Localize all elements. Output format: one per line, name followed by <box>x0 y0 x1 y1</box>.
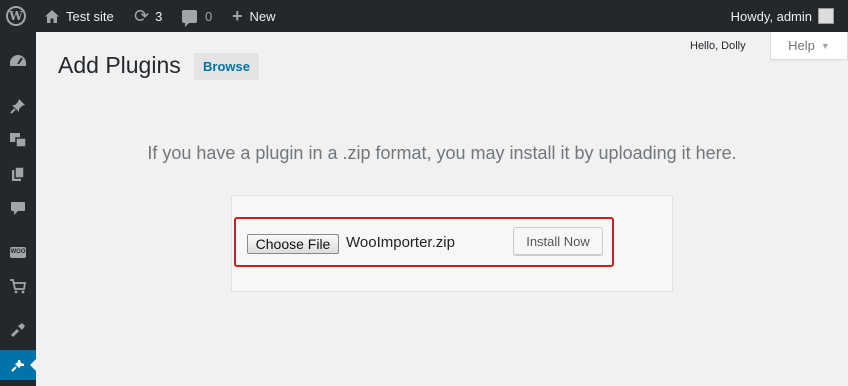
new-label: New <box>249 8 276 24</box>
install-now-button[interactable]: Install Now <box>513 227 603 255</box>
site-name-link[interactable]: Test site <box>44 0 114 32</box>
cart-icon[interactable] <box>0 271 36 301</box>
caret-down-icon: ▼ <box>820 40 830 51</box>
new-content-link[interactable]: + New <box>232 0 276 32</box>
page-title: Add Plugins <box>58 52 181 78</box>
comment-bubble-icon <box>182 9 197 27</box>
updates-link[interactable]: ⟳ 3 <box>134 0 162 32</box>
avatar <box>818 8 834 24</box>
selected-file-name: WooImporter.zip <box>346 234 455 251</box>
admin-bar: W Test site ⟳ 3 0 + New Howdy, admin <box>0 0 848 32</box>
appearance-icon[interactable] <box>0 315 36 345</box>
comments-count: 0 <box>205 8 213 24</box>
admin-menu: WOO <box>0 32 36 386</box>
updates-count: 3 <box>155 8 163 24</box>
dashboard-icon[interactable] <box>0 46 36 76</box>
plus-icon: + <box>232 5 243 26</box>
howdy-label: Howdy, admin <box>730 8 812 24</box>
pages-icon[interactable] <box>0 159 36 189</box>
upload-help-text: If you have a plugin in a .zip format, y… <box>147 143 737 163</box>
comments-icon[interactable] <box>0 193 36 223</box>
choose-file-button[interactable]: Choose File <box>247 234 339 254</box>
updates-icon: ⟳ <box>134 5 150 26</box>
comments-link[interactable]: 0 <box>182 0 212 32</box>
plugins-icon[interactable] <box>0 350 36 380</box>
woocommerce-icon[interactable]: WOO <box>0 237 36 267</box>
hello-dolly-text: Hello, Dolly <box>690 40 746 52</box>
wp-logo-icon[interactable]: W <box>6 0 30 32</box>
pin-icon[interactable] <box>0 91 36 121</box>
browse-button[interactable]: Browse <box>194 53 259 80</box>
site-name-label: Test site <box>66 8 114 24</box>
my-account-link[interactable]: Howdy, admin <box>731 0 834 32</box>
help-tab[interactable]: Help ▼ <box>770 32 848 60</box>
help-label: Help <box>788 38 815 53</box>
home-icon <box>44 9 60 24</box>
media-icon[interactable] <box>0 125 36 155</box>
